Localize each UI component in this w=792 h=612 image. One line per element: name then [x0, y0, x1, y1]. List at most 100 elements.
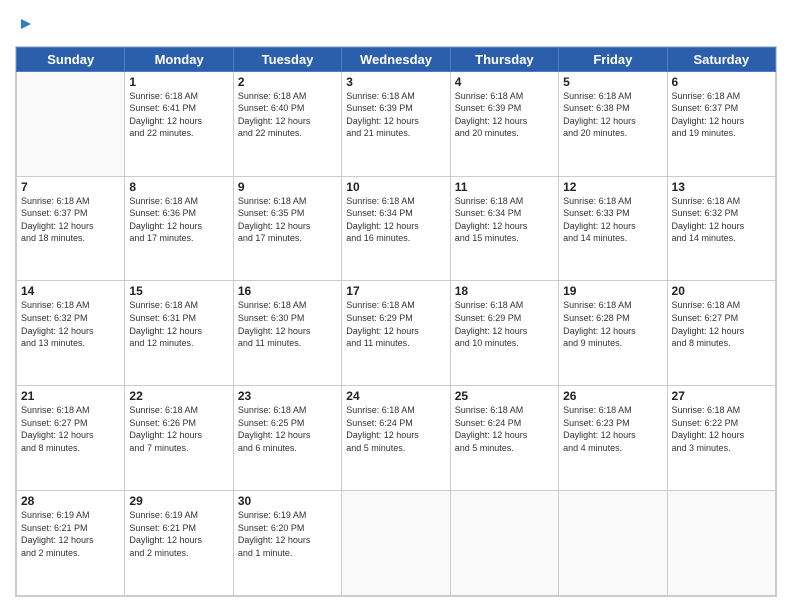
cal-cell: 2Sunrise: 6:18 AM Sunset: 6:40 PM Daylig…	[233, 71, 341, 176]
cell-info: Sunrise: 6:18 AM Sunset: 6:36 PM Dayligh…	[129, 195, 228, 245]
logo-icon	[17, 17, 31, 31]
cal-cell: 22Sunrise: 6:18 AM Sunset: 6:26 PM Dayli…	[125, 386, 233, 491]
cell-info: Sunrise: 6:18 AM Sunset: 6:35 PM Dayligh…	[238, 195, 337, 245]
day-number: 11	[455, 180, 554, 194]
day-number: 18	[455, 284, 554, 298]
cal-cell: 25Sunrise: 6:18 AM Sunset: 6:24 PM Dayli…	[450, 386, 558, 491]
cell-info: Sunrise: 6:19 AM Sunset: 6:20 PM Dayligh…	[238, 509, 337, 559]
day-number: 2	[238, 75, 337, 89]
cal-cell: 1Sunrise: 6:18 AM Sunset: 6:41 PM Daylig…	[125, 71, 233, 176]
day-number: 6	[672, 75, 771, 89]
cal-cell: 13Sunrise: 6:18 AM Sunset: 6:32 PM Dayli…	[667, 176, 775, 281]
cal-cell	[342, 491, 450, 596]
day-number: 12	[563, 180, 662, 194]
cal-cell: 7Sunrise: 6:18 AM Sunset: 6:37 PM Daylig…	[17, 176, 125, 281]
cell-info: Sunrise: 6:18 AM Sunset: 6:33 PM Dayligh…	[563, 195, 662, 245]
day-number: 25	[455, 389, 554, 403]
weekday-header-wednesday: Wednesday	[342, 47, 450, 71]
weekday-header-tuesday: Tuesday	[233, 47, 341, 71]
cell-info: Sunrise: 6:18 AM Sunset: 6:34 PM Dayligh…	[346, 195, 445, 245]
cal-cell: 16Sunrise: 6:18 AM Sunset: 6:30 PM Dayli…	[233, 281, 341, 386]
day-number: 7	[21, 180, 120, 194]
cal-cell	[17, 71, 125, 176]
logo	[15, 15, 31, 36]
cell-info: Sunrise: 6:18 AM Sunset: 6:40 PM Dayligh…	[238, 90, 337, 140]
day-number: 17	[346, 284, 445, 298]
cell-info: Sunrise: 6:18 AM Sunset: 6:41 PM Dayligh…	[129, 90, 228, 140]
cell-info: Sunrise: 6:18 AM Sunset: 6:30 PM Dayligh…	[238, 299, 337, 349]
cal-cell: 6Sunrise: 6:18 AM Sunset: 6:37 PM Daylig…	[667, 71, 775, 176]
cal-cell: 19Sunrise: 6:18 AM Sunset: 6:28 PM Dayli…	[559, 281, 667, 386]
day-number: 26	[563, 389, 662, 403]
cell-info: Sunrise: 6:18 AM Sunset: 6:22 PM Dayligh…	[672, 404, 771, 454]
cal-cell: 28Sunrise: 6:19 AM Sunset: 6:21 PM Dayli…	[17, 491, 125, 596]
cal-cell: 8Sunrise: 6:18 AM Sunset: 6:36 PM Daylig…	[125, 176, 233, 281]
day-number: 23	[238, 389, 337, 403]
day-number: 29	[129, 494, 228, 508]
day-number: 14	[21, 284, 120, 298]
cell-info: Sunrise: 6:18 AM Sunset: 6:28 PM Dayligh…	[563, 299, 662, 349]
cell-info: Sunrise: 6:18 AM Sunset: 6:29 PM Dayligh…	[455, 299, 554, 349]
cell-info: Sunrise: 6:18 AM Sunset: 6:37 PM Dayligh…	[672, 90, 771, 140]
cell-info: Sunrise: 6:18 AM Sunset: 6:32 PM Dayligh…	[672, 195, 771, 245]
cal-cell: 24Sunrise: 6:18 AM Sunset: 6:24 PM Dayli…	[342, 386, 450, 491]
cell-info: Sunrise: 6:18 AM Sunset: 6:31 PM Dayligh…	[129, 299, 228, 349]
day-number: 5	[563, 75, 662, 89]
cal-cell: 11Sunrise: 6:18 AM Sunset: 6:34 PM Dayli…	[450, 176, 558, 281]
day-number: 20	[672, 284, 771, 298]
day-number: 19	[563, 284, 662, 298]
cal-cell: 3Sunrise: 6:18 AM Sunset: 6:39 PM Daylig…	[342, 71, 450, 176]
cal-cell: 9Sunrise: 6:18 AM Sunset: 6:35 PM Daylig…	[233, 176, 341, 281]
day-number: 3	[346, 75, 445, 89]
cal-cell	[450, 491, 558, 596]
cell-info: Sunrise: 6:19 AM Sunset: 6:21 PM Dayligh…	[129, 509, 228, 559]
cal-cell: 14Sunrise: 6:18 AM Sunset: 6:32 PM Dayli…	[17, 281, 125, 386]
cell-info: Sunrise: 6:18 AM Sunset: 6:26 PM Dayligh…	[129, 404, 228, 454]
cal-cell: 15Sunrise: 6:18 AM Sunset: 6:31 PM Dayli…	[125, 281, 233, 386]
day-number: 9	[238, 180, 337, 194]
cal-cell: 20Sunrise: 6:18 AM Sunset: 6:27 PM Dayli…	[667, 281, 775, 386]
cal-cell: 5Sunrise: 6:18 AM Sunset: 6:38 PM Daylig…	[559, 71, 667, 176]
weekday-header-thursday: Thursday	[450, 47, 558, 71]
cell-info: Sunrise: 6:18 AM Sunset: 6:29 PM Dayligh…	[346, 299, 445, 349]
day-number: 28	[21, 494, 120, 508]
cal-cell	[559, 491, 667, 596]
cell-info: Sunrise: 6:18 AM Sunset: 6:27 PM Dayligh…	[21, 404, 120, 454]
cell-info: Sunrise: 6:18 AM Sunset: 6:38 PM Dayligh…	[563, 90, 662, 140]
day-number: 21	[21, 389, 120, 403]
cal-cell	[667, 491, 775, 596]
cal-cell: 12Sunrise: 6:18 AM Sunset: 6:33 PM Dayli…	[559, 176, 667, 281]
weekday-header-sunday: Sunday	[17, 47, 125, 71]
day-number: 30	[238, 494, 337, 508]
calendar: SundayMondayTuesdayWednesdayThursdayFrid…	[15, 46, 777, 597]
cal-cell: 10Sunrise: 6:18 AM Sunset: 6:34 PM Dayli…	[342, 176, 450, 281]
cal-cell: 23Sunrise: 6:18 AM Sunset: 6:25 PM Dayli…	[233, 386, 341, 491]
cell-info: Sunrise: 6:18 AM Sunset: 6:32 PM Dayligh…	[21, 299, 120, 349]
weekday-header-monday: Monday	[125, 47, 233, 71]
cal-cell: 30Sunrise: 6:19 AM Sunset: 6:20 PM Dayli…	[233, 491, 341, 596]
day-number: 27	[672, 389, 771, 403]
logo-blue-text	[15, 15, 31, 36]
day-number: 4	[455, 75, 554, 89]
day-number: 16	[238, 284, 337, 298]
cal-cell: 18Sunrise: 6:18 AM Sunset: 6:29 PM Dayli…	[450, 281, 558, 386]
cell-info: Sunrise: 6:18 AM Sunset: 6:24 PM Dayligh…	[346, 404, 445, 454]
cal-cell: 21Sunrise: 6:18 AM Sunset: 6:27 PM Dayli…	[17, 386, 125, 491]
weekday-header-friday: Friday	[559, 47, 667, 71]
cell-info: Sunrise: 6:18 AM Sunset: 6:39 PM Dayligh…	[455, 90, 554, 140]
cell-info: Sunrise: 6:18 AM Sunset: 6:37 PM Dayligh…	[21, 195, 120, 245]
cell-info: Sunrise: 6:19 AM Sunset: 6:21 PM Dayligh…	[21, 509, 120, 559]
cell-info: Sunrise: 6:18 AM Sunset: 6:27 PM Dayligh…	[672, 299, 771, 349]
day-number: 22	[129, 389, 228, 403]
cell-info: Sunrise: 6:18 AM Sunset: 6:23 PM Dayligh…	[563, 404, 662, 454]
cal-cell: 26Sunrise: 6:18 AM Sunset: 6:23 PM Dayli…	[559, 386, 667, 491]
day-number: 13	[672, 180, 771, 194]
cell-info: Sunrise: 6:18 AM Sunset: 6:25 PM Dayligh…	[238, 404, 337, 454]
day-number: 24	[346, 389, 445, 403]
cell-info: Sunrise: 6:18 AM Sunset: 6:39 PM Dayligh…	[346, 90, 445, 140]
day-number: 15	[129, 284, 228, 298]
day-number: 8	[129, 180, 228, 194]
day-number: 10	[346, 180, 445, 194]
cal-cell: 4Sunrise: 6:18 AM Sunset: 6:39 PM Daylig…	[450, 71, 558, 176]
cal-cell: 17Sunrise: 6:18 AM Sunset: 6:29 PM Dayli…	[342, 281, 450, 386]
